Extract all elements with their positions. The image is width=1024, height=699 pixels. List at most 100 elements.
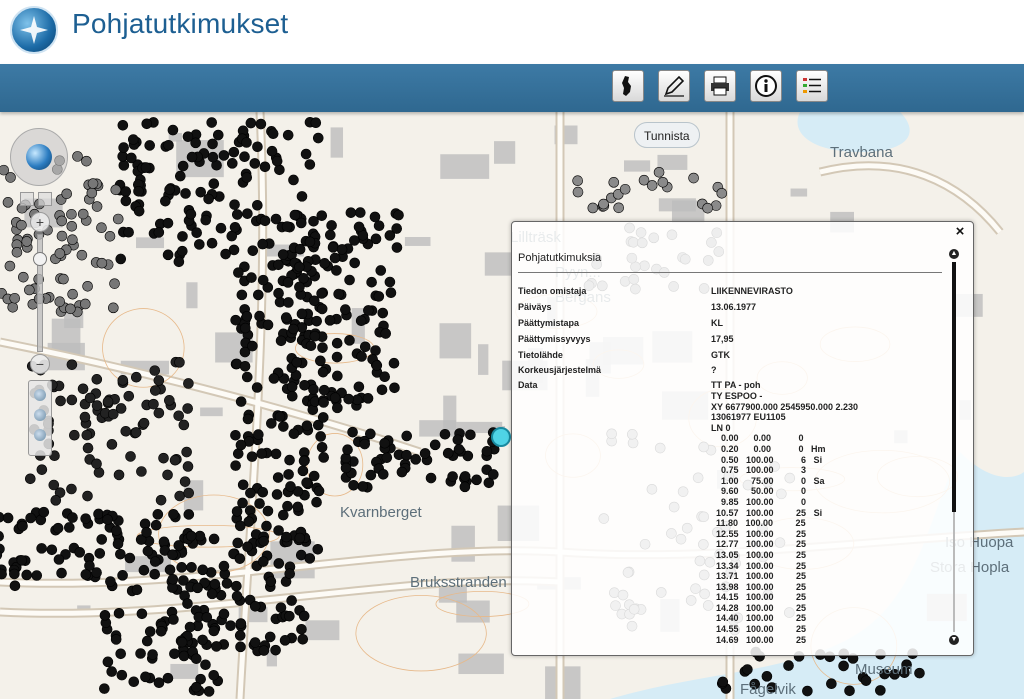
survey-point xyxy=(270,448,282,460)
survey-point xyxy=(112,538,124,550)
forward-arrow-icon[interactable] xyxy=(38,192,52,206)
field-value: 13.06.1977 xyxy=(711,302,757,312)
survey-point xyxy=(102,656,114,668)
zoom-in-button[interactable]: + xyxy=(30,212,50,232)
survey-point xyxy=(249,637,261,648)
survey-point xyxy=(282,277,294,288)
survey-point xyxy=(228,146,240,158)
survey-point xyxy=(133,205,145,217)
survey-point xyxy=(285,481,296,492)
survey-point xyxy=(240,322,251,334)
survey-point xyxy=(99,683,110,694)
survey-point xyxy=(69,429,80,441)
survey-point xyxy=(150,519,162,531)
info-button[interactable] xyxy=(750,70,782,102)
zoom-out-button[interactable]: − xyxy=(30,354,50,374)
scroll-up-icon[interactable]: ▲ xyxy=(949,249,959,259)
survey-point xyxy=(598,198,609,210)
data-line: 11.80 100.00 25 xyxy=(711,518,806,529)
zoom-slider-handle[interactable] xyxy=(33,252,47,266)
draw-tool-button[interactable] xyxy=(658,70,690,102)
popup-scrollbar[interactable]: ▲ ▼ xyxy=(949,249,959,645)
legend-button[interactable] xyxy=(796,70,828,102)
survey-point xyxy=(459,481,471,493)
pan-control[interactable] xyxy=(10,128,68,186)
selected-point-marker[interactable] xyxy=(491,427,511,447)
survey-point xyxy=(613,202,624,214)
survey-point xyxy=(265,576,277,587)
survey-point xyxy=(211,641,222,652)
survey-point xyxy=(231,590,243,602)
survey-point xyxy=(336,244,348,255)
survey-point xyxy=(312,543,324,555)
scroll-down-icon[interactable]: ▼ xyxy=(949,635,959,645)
data-line: 0.50 100.00 6 Si xyxy=(711,454,823,465)
popup-content[interactable]: Tiedon omistaja LIIKENNEVIRASTO Päiväys … xyxy=(518,280,942,650)
survey-point xyxy=(125,451,136,462)
survey-point xyxy=(149,556,161,567)
globe-icon[interactable] xyxy=(26,144,52,170)
survey-point xyxy=(158,452,169,464)
survey-point xyxy=(329,392,341,403)
drilling-data: TY ESPOO - XY 6677900.000 2545950.000 2.2… xyxy=(711,391,858,645)
field-value: KL xyxy=(711,318,723,328)
survey-point xyxy=(331,337,343,349)
layer-icon[interactable] xyxy=(34,389,46,401)
data-line: 13.98 100.00 25 xyxy=(711,581,807,592)
survey-point xyxy=(316,288,327,299)
app-header: Pohjatutkimukset xyxy=(0,0,1024,64)
survey-point xyxy=(118,142,129,153)
survey-point xyxy=(208,533,220,545)
data-line: 9.60 50.00 0 xyxy=(711,486,807,497)
survey-point xyxy=(301,420,313,432)
survey-point xyxy=(255,118,267,130)
survey-point xyxy=(294,532,306,544)
survey-point xyxy=(91,458,102,470)
data-line: TY ESPOO - xyxy=(711,391,763,401)
survey-point xyxy=(359,341,371,353)
survey-point xyxy=(296,191,308,202)
survey-point xyxy=(54,296,66,307)
building xyxy=(790,188,808,197)
list-icon xyxy=(803,78,821,93)
survey-point xyxy=(87,178,99,189)
survey-point xyxy=(212,129,224,141)
survey-point xyxy=(118,160,130,171)
data-line: 13061977 EU1105 xyxy=(711,412,786,423)
survey-point xyxy=(241,310,253,322)
survey-point xyxy=(115,548,126,560)
survey-point xyxy=(298,610,310,622)
back-arrow-icon[interactable] xyxy=(20,192,34,206)
survey-point xyxy=(162,249,174,261)
print-button[interactable] xyxy=(704,70,736,102)
survey-point xyxy=(190,681,202,693)
survey-point xyxy=(294,261,305,273)
survey-point xyxy=(608,177,620,188)
survey-point xyxy=(347,426,358,438)
survey-point xyxy=(135,648,146,659)
survey-point xyxy=(310,117,322,129)
survey-point xyxy=(182,131,194,142)
map-finland-button[interactable] xyxy=(612,70,644,102)
scroll-thumb[interactable] xyxy=(952,262,956,512)
survey-point xyxy=(110,184,122,196)
survey-point xyxy=(298,455,310,467)
survey-point xyxy=(316,303,328,315)
compass-logo-icon xyxy=(10,6,58,54)
survey-point xyxy=(275,335,287,347)
survey-point xyxy=(366,276,377,288)
layer-icon[interactable] xyxy=(34,409,46,421)
survey-point xyxy=(353,221,365,233)
survey-point xyxy=(258,645,270,656)
pencil-icon xyxy=(664,75,685,97)
survey-point xyxy=(56,567,67,579)
survey-point xyxy=(130,371,142,383)
survey-point xyxy=(82,490,93,502)
survey-point xyxy=(365,469,377,481)
survey-point xyxy=(163,139,174,151)
building xyxy=(657,154,688,170)
close-button[interactable]: × xyxy=(953,224,967,239)
survey-point xyxy=(61,188,73,200)
layer-icon[interactable] xyxy=(34,429,46,441)
survey-point xyxy=(247,245,259,256)
